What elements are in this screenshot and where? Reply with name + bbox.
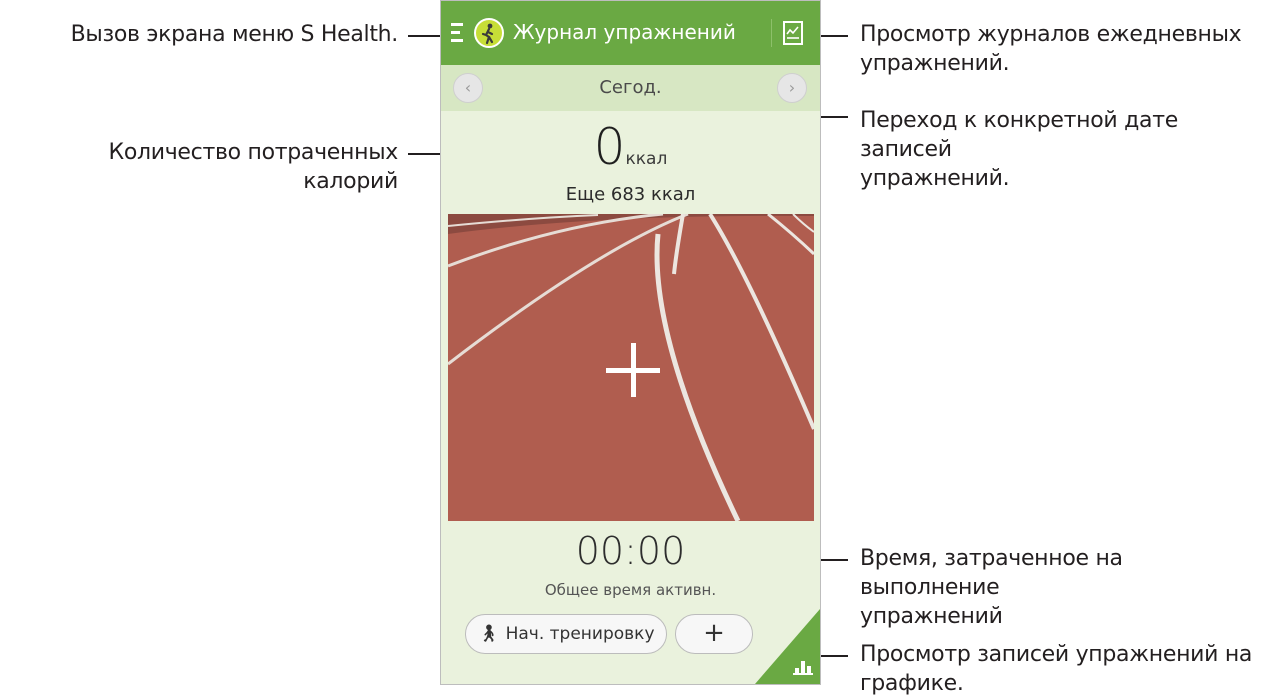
callout-time-spent-line-1: Время, затраченное на выполнение bbox=[860, 546, 1123, 600]
date-label[interactable]: Сегод. bbox=[441, 77, 820, 98]
chart-log-icon[interactable] bbox=[783, 21, 803, 45]
callout-date-nav: Переход к конкретной дате записей упражн… bbox=[860, 106, 1265, 193]
phone-screen: Журнал упражнений ‹ Сегод. › 0ккал Еще 6… bbox=[440, 0, 821, 685]
start-workout-button[interactable]: 🚶︎ Нач. тренировку bbox=[465, 614, 667, 654]
plus-icon[interactable] bbox=[606, 343, 660, 397]
callout-graph-line-2: графике. bbox=[860, 671, 964, 696]
callout-time-spent: Время, затраченное на выполнение упражне… bbox=[860, 544, 1265, 631]
calories-remaining: Еще 683 ккал bbox=[565, 184, 696, 205]
callout-calories: Количество потраченных калорий bbox=[108, 140, 399, 194]
chevron-right-icon[interactable]: › bbox=[777, 73, 807, 103]
bar-chart-icon bbox=[793, 659, 813, 675]
active-time: 00:00 bbox=[575, 529, 686, 573]
hamburger-icon[interactable] bbox=[451, 23, 463, 43]
add-exercise-label: + bbox=[703, 618, 725, 648]
appbar-divider bbox=[771, 19, 772, 47]
callout-menu: Вызов экрана меню S Health. bbox=[70, 22, 399, 47]
active-time-label: Общее время активн. bbox=[544, 581, 717, 599]
callout-daily-logs: Просмотр журналов ежедневных упражнений. bbox=[860, 20, 1260, 78]
graph-view-button[interactable] bbox=[755, 609, 820, 684]
callout-graph-line-1: Просмотр записей упражнений на bbox=[860, 642, 1253, 667]
app-bar: Журнал упражнений bbox=[441, 1, 820, 65]
app-title: Журнал упражнений bbox=[513, 20, 736, 44]
running-track-image[interactable] bbox=[448, 214, 814, 521]
callout-date-nav-line-2: упражнений. bbox=[860, 166, 1010, 191]
callout-time-spent-line-2: упражнений bbox=[860, 604, 1003, 629]
callout-daily-logs-line-1: Просмотр журналов ежедневных bbox=[860, 22, 1242, 47]
date-bar: ‹ Сегод. › bbox=[441, 65, 820, 111]
walker-icon: 🚶︎ bbox=[478, 624, 500, 644]
callout-daily-logs-line-2: упражнений. bbox=[860, 51, 1010, 76]
start-workout-label: Нач. тренировку bbox=[505, 624, 655, 644]
calories-unit: ккал bbox=[625, 149, 668, 169]
callout-graph: Просмотр записей упражнений на графике. bbox=[860, 640, 1265, 698]
calories-readout: 0ккал bbox=[441, 118, 820, 176]
walker-icon bbox=[474, 18, 504, 48]
calories-value: 0 bbox=[593, 118, 626, 176]
callout-date-nav-line-1: Переход к конкретной дате записей bbox=[860, 108, 1178, 162]
add-exercise-button[interactable]: + bbox=[675, 614, 753, 654]
